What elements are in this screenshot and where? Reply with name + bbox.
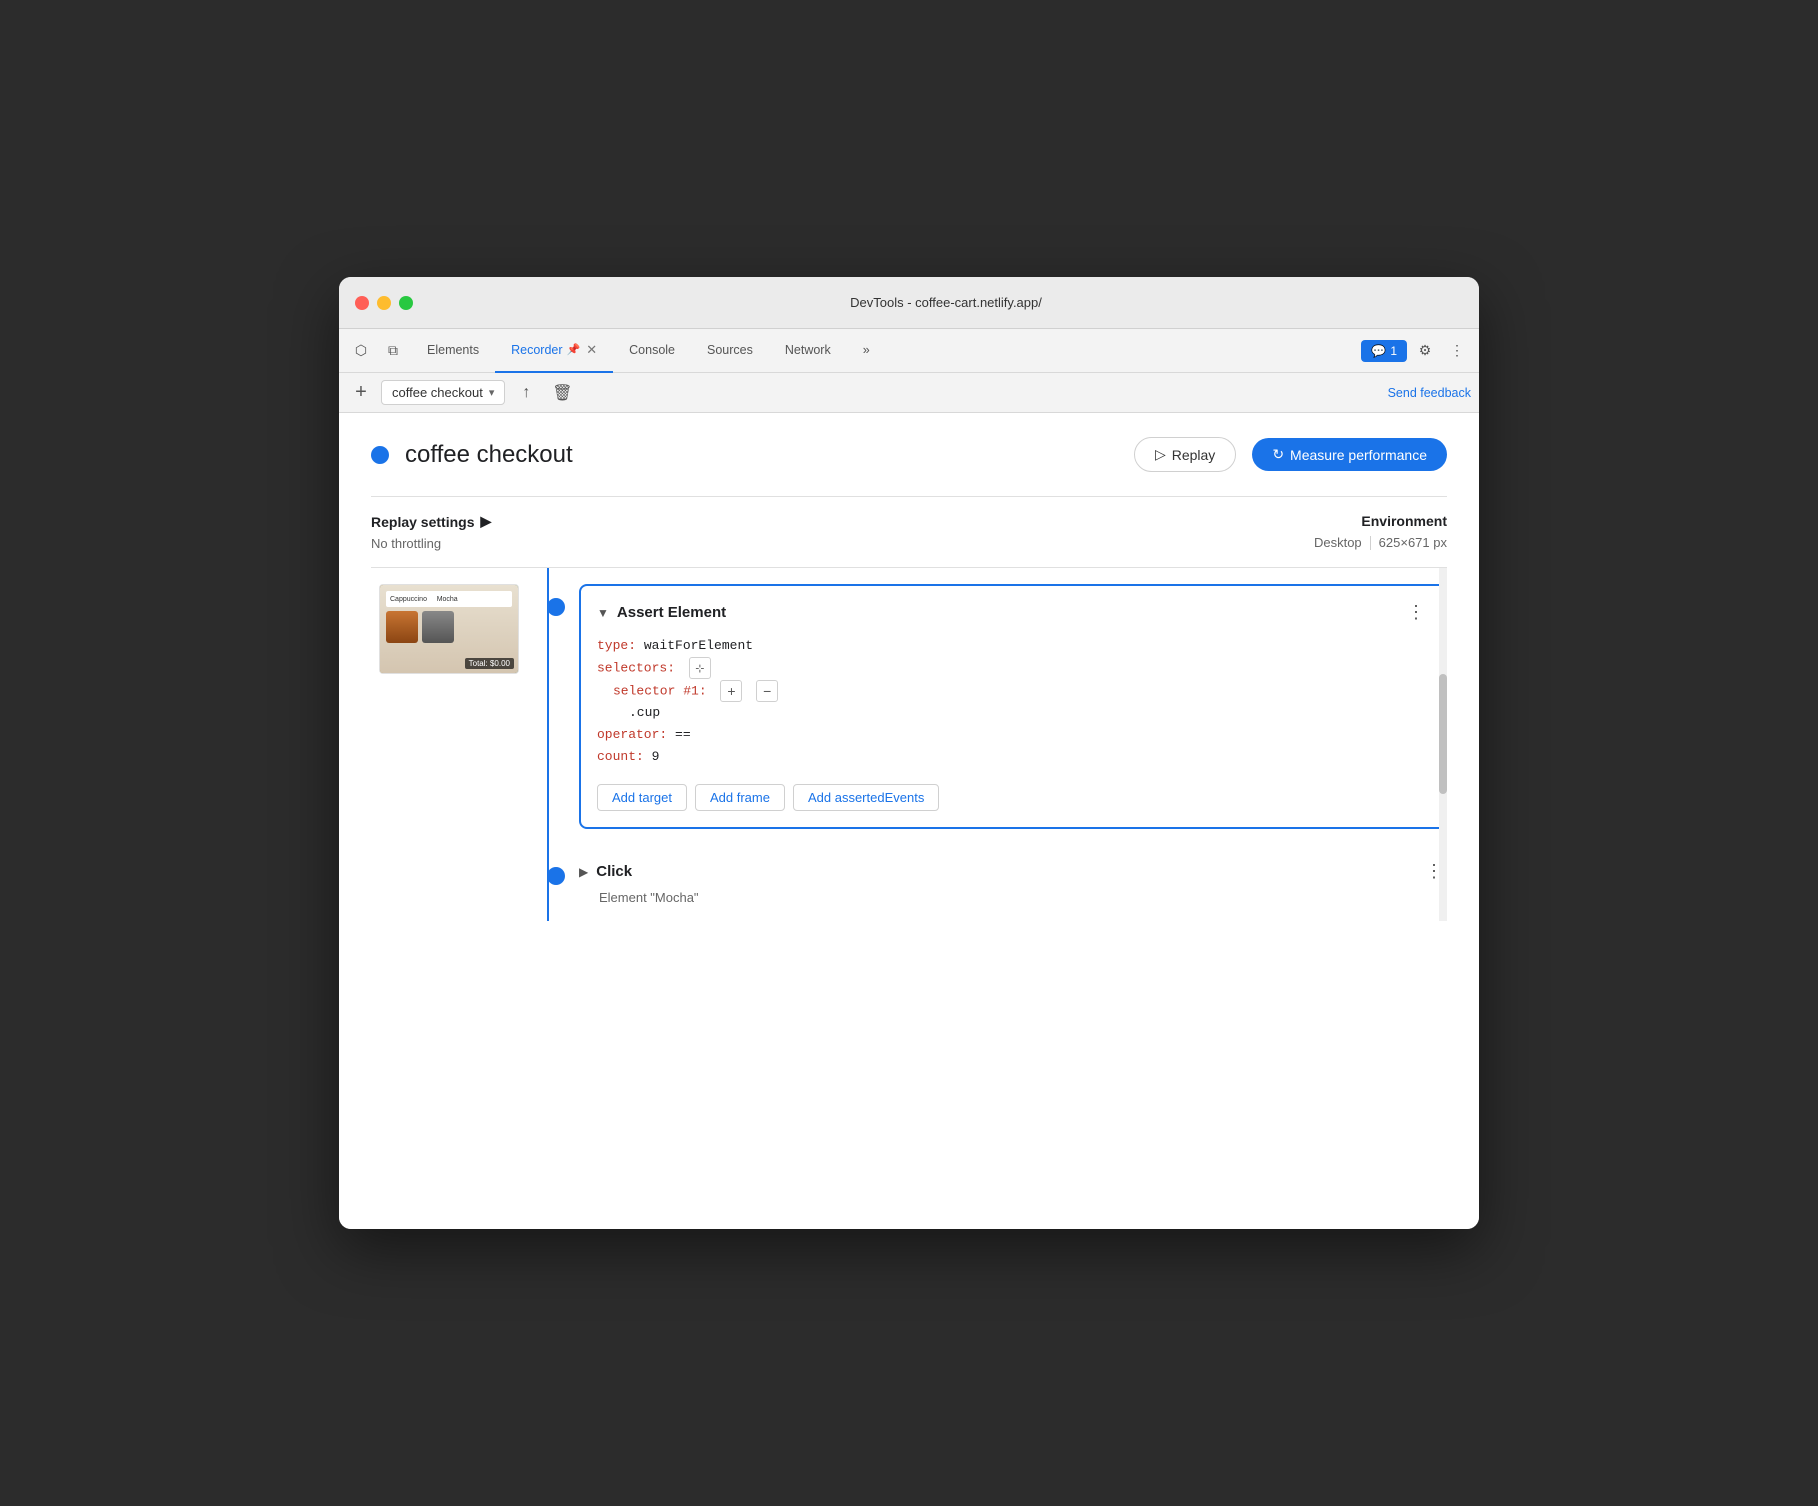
tab-close-icon[interactable]: ✕: [586, 342, 597, 358]
recording-selector[interactable]: coffee checkout ▾: [381, 380, 505, 405]
settings-button[interactable]: ⚙: [1411, 337, 1439, 365]
recorder-pin-icon: 📌: [567, 343, 581, 356]
more-options-button[interactable]: ⋮: [1443, 337, 1471, 365]
chevron-right-icon: ▶: [480, 513, 491, 530]
environment-label: Environment: [1314, 513, 1447, 529]
delete-button[interactable]: 🗑: [547, 378, 577, 408]
tab-elements[interactable]: Elements: [411, 329, 495, 373]
selector-remove-button[interactable]: −: [756, 680, 778, 702]
timeline-wrapper: ▼ Assert Element ⋮ type:: [531, 568, 1447, 921]
assert-element-title: Assert Element: [617, 604, 1403, 621]
maximize-button[interactable]: [399, 296, 413, 310]
add-recording-button[interactable]: +: [347, 379, 375, 407]
assert-more-button[interactable]: ⋮: [1403, 602, 1429, 623]
add-target-button[interactable]: Add target: [597, 784, 687, 811]
layers-icon-button[interactable]: ⧉: [379, 337, 407, 365]
scrollbar-thumb[interactable]: [1439, 674, 1447, 794]
click-step: ▶ Click ⋮ Element "Mocha": [579, 853, 1447, 905]
tab-console[interactable]: Console: [613, 329, 691, 373]
throttling-label: No throttling: [371, 536, 1314, 551]
plus-icon: +: [355, 381, 367, 404]
screenshot-thumbnail: Cappuccino Mocha Total: $0.00: [379, 584, 519, 674]
toolbar-second: + coffee checkout ▾ ↑ 🗑 Send feedback: [339, 373, 1479, 413]
cursor-icon-button[interactable]: ⬡: [347, 337, 375, 365]
send-feedback-button[interactable]: Send feedback: [1388, 386, 1471, 400]
upload-icon: ↑: [522, 384, 530, 402]
environment-value: Desktop 625×671 px: [1314, 535, 1447, 550]
click-expand-icon[interactable]: ▶: [579, 865, 588, 879]
plus-icon-small: +: [727, 683, 735, 699]
titlebar: DevTools - coffee-cart.netlify.app/: [339, 277, 1479, 329]
settings-left: Replay settings ▶ No throttling: [371, 513, 1314, 551]
window-title: DevTools - coffee-cart.netlify.app/: [429, 295, 1463, 310]
recording-header: coffee checkout ▷ Replay ↻ Measure perfo…: [371, 437, 1447, 472]
assert-element-header: ▼ Assert Element ⋮: [597, 602, 1429, 623]
export-button[interactable]: ↑: [511, 378, 541, 408]
code-line-type: type: waitForElement: [597, 635, 1429, 657]
notification-button[interactable]: 💬 1: [1361, 340, 1407, 362]
recording-dot: [371, 446, 389, 464]
code-line-cup: .cup: [597, 702, 1429, 724]
click-title: Click: [596, 863, 1421, 880]
recording-name: coffee checkout: [392, 385, 483, 400]
screenshot-panel: Cappuccino Mocha Total: $0.00: [371, 568, 531, 921]
toolbar-right: 💬 1 ⚙ ⋮: [1361, 337, 1471, 365]
desktop-label: Desktop: [1314, 535, 1362, 550]
collapse-icon[interactable]: ▼: [597, 606, 609, 620]
cursor-small-icon: ⊹: [695, 662, 704, 675]
tab-more[interactable]: »: [847, 329, 886, 373]
chevron-down-icon: ▾: [489, 386, 495, 399]
traffic-lights: [355, 296, 413, 310]
tab-recorder[interactable]: Recorder 📌 ✕: [495, 329, 613, 373]
more-vert-icon: ⋮: [1450, 342, 1464, 359]
env-size: 625×671 px: [1379, 535, 1447, 550]
step-dot-click: [547, 867, 565, 885]
cursor-icon: ⬡: [355, 342, 367, 359]
main-content: coffee checkout ▷ Replay ↻ Measure perfo…: [339, 413, 1479, 945]
click-step-header: ▶ Click ⋮: [579, 853, 1447, 890]
selector-cursor-button[interactable]: ⊹: [689, 657, 711, 679]
minus-icon-small: −: [763, 683, 771, 699]
toolbar-top: ⬡ ⧉ Elements Recorder 📌 ✕ Console Sourc: [339, 329, 1479, 373]
code-line-selectors: selectors: ⊹: [597, 657, 1429, 680]
layers-icon: ⧉: [388, 342, 398, 359]
devtools-body: ⬡ ⧉ Elements Recorder 📌 ✕ Console Sourc: [339, 329, 1479, 1229]
click-subtitle: Element "Mocha": [579, 890, 1447, 905]
step-actions: Add target Add frame Add assertedEvents: [597, 784, 1429, 811]
scrollbar-track[interactable]: [1439, 568, 1447, 921]
tab-sources[interactable]: Sources: [691, 329, 769, 373]
code-line-selector-num: selector #1: + −: [597, 680, 1429, 703]
play-icon: ▷: [1155, 446, 1166, 463]
add-frame-button[interactable]: Add frame: [695, 784, 785, 811]
steps-container: ▼ Assert Element ⋮ type:: [531, 568, 1447, 921]
step-dot-assert: [547, 598, 565, 616]
code-line-count: count: 9: [597, 746, 1429, 768]
gear-icon: ⚙: [1419, 342, 1432, 359]
devtools-window: DevTools - coffee-cart.netlify.app/ ⬡ ⧉ …: [339, 277, 1479, 1229]
assert-element-box: ▼ Assert Element ⋮ type:: [579, 584, 1447, 829]
replay-button[interactable]: ▷ Replay: [1134, 437, 1236, 472]
refresh-icon: ↻: [1272, 446, 1284, 463]
replay-settings-title[interactable]: Replay settings ▶: [371, 513, 1314, 530]
env-divider: [1370, 536, 1371, 550]
comment-icon: 💬: [1371, 344, 1386, 358]
settings-right: Environment Desktop 625×671 px: [1314, 513, 1447, 551]
more-vert-icon: ⋮: [1407, 602, 1425, 623]
tab-network[interactable]: Network: [769, 329, 847, 373]
tab-bar: Elements Recorder 📌 ✕ Console Sources Ne…: [411, 329, 886, 372]
steps-area: Cappuccino Mocha Total: $0.00: [371, 568, 1447, 921]
code-line-operator: operator: ==: [597, 724, 1429, 746]
settings-panel: Replay settings ▶ No throttling Environm…: [371, 496, 1447, 568]
selector-add-button[interactable]: +: [720, 680, 742, 702]
trash-icon: 🗑: [552, 383, 572, 403]
assert-code-block: type: waitForElement selectors: ⊹: [597, 635, 1429, 768]
measure-performance-button[interactable]: ↻ Measure performance: [1252, 438, 1447, 471]
add-asserted-events-button[interactable]: Add assertedEvents: [793, 784, 939, 811]
close-button[interactable]: [355, 296, 369, 310]
minimize-button[interactable]: [377, 296, 391, 310]
recording-title: coffee checkout: [405, 441, 1118, 469]
assert-element-step: ▼ Assert Element ⋮ type:: [579, 584, 1447, 829]
